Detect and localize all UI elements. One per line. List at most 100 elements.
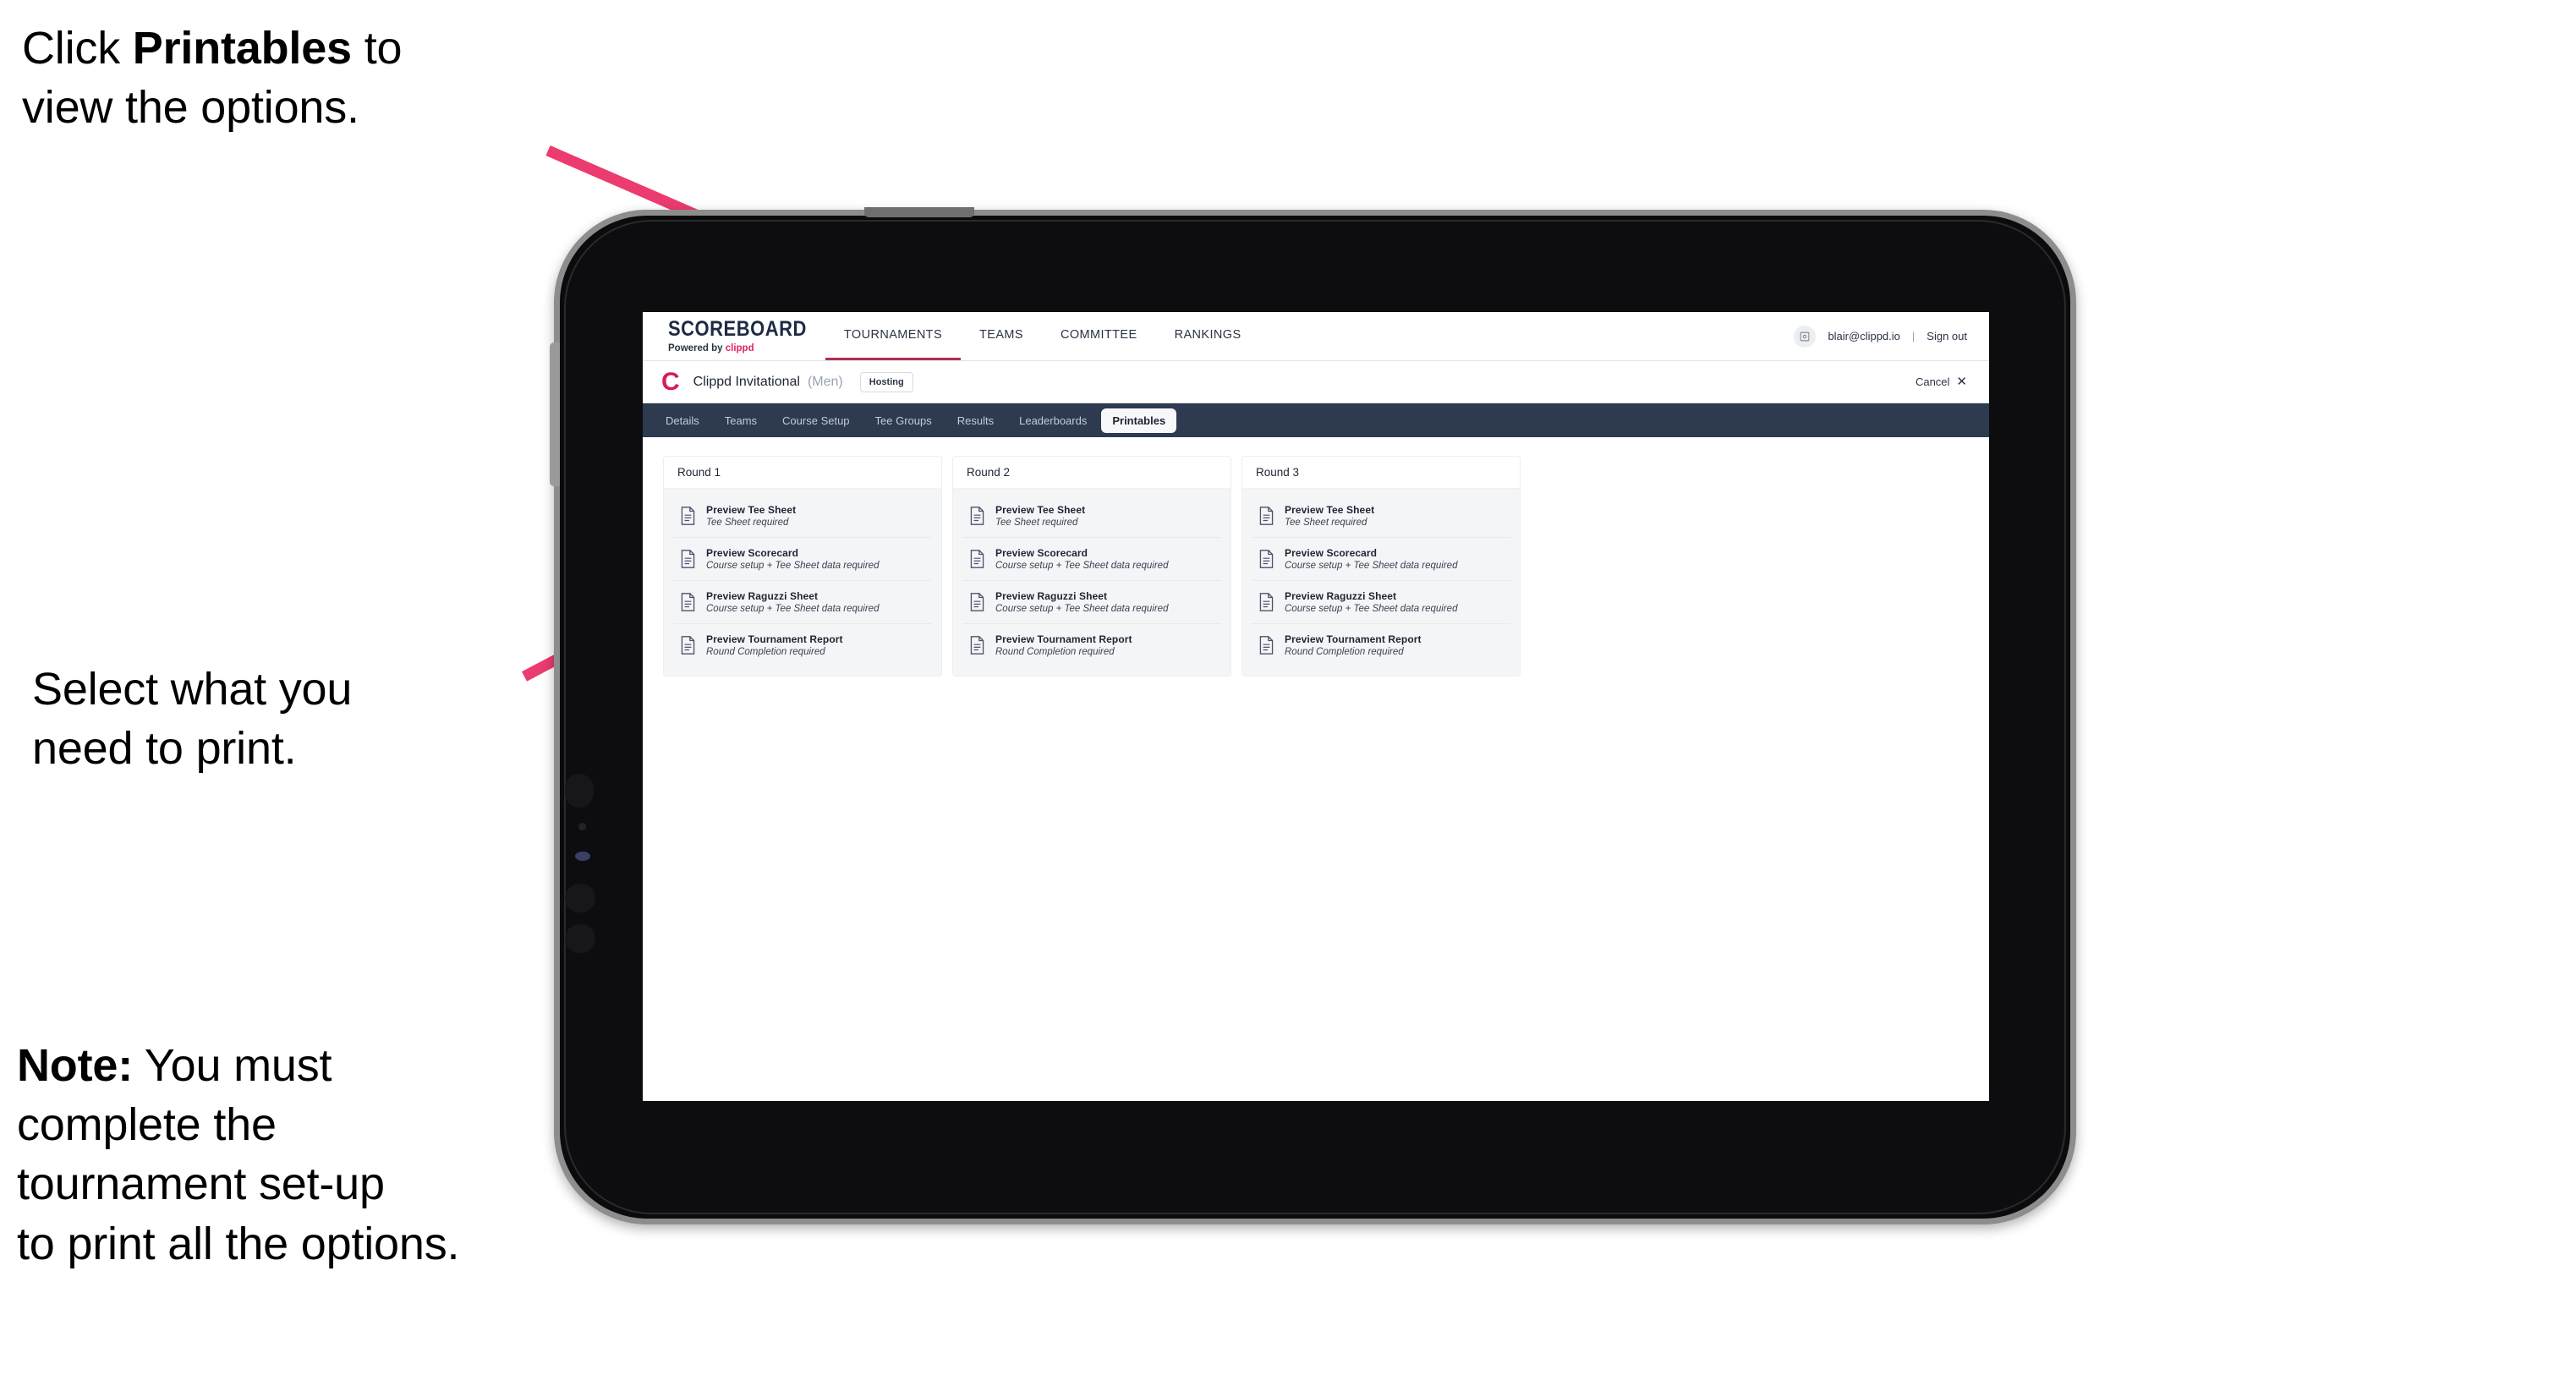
- close-icon: ✕: [1956, 375, 1967, 389]
- user-avatar-icon: [1800, 331, 1810, 341]
- printable-title: Preview Tournament Report: [1285, 633, 1422, 645]
- tab-results[interactable]: Results: [946, 408, 1005, 433]
- callout-select-what-to-print: Select what you need to print.: [32, 664, 353, 775]
- powered-by-text: Powered by: [668, 342, 726, 353]
- document-icon: [680, 550, 696, 568]
- document-icon: [969, 593, 985, 611]
- tournament-header: C Clippd Invitational (Men) Hosting Canc…: [643, 361, 1989, 403]
- rounds-grid: Round 1 Preview Tee Sheet Tee Sheet requ…: [663, 456, 1969, 677]
- brand-title: SCOREBOARD: [668, 315, 807, 340]
- document-icon: [680, 593, 696, 611]
- speaker-grille-middle: [565, 884, 595, 912]
- page-root: Click Printables to view the options. Se…: [0, 0, 2576, 1386]
- callout-click-printables: Click Printables to view the options.: [22, 19, 580, 137]
- printable-requirement: Tee Sheet required: [995, 518, 1078, 528]
- printable-title: Preview Tee Sheet: [995, 504, 1086, 516]
- document-icon: [969, 550, 985, 568]
- nav-item-teams[interactable]: TEAMS: [961, 312, 1042, 360]
- account-area: blair@clippd.io | Sign out: [1794, 312, 1989, 360]
- printable-title: Preview Raguzzi Sheet: [995, 590, 1108, 602]
- printable-scorecard[interactable]: Preview Scorecard Course setup + Tee She…: [1252, 538, 1510, 581]
- document-icon: [1258, 636, 1274, 655]
- printable-requirement: Course setup + Tee Sheet data required: [706, 604, 880, 614]
- printables-content: Round 1 Preview Tee Sheet Tee Sheet requ…: [643, 437, 1989, 1101]
- round-1-title: Round 1: [664, 457, 941, 489]
- document-icon: [680, 636, 696, 655]
- printable-tee-sheet[interactable]: Preview Tee Sheet Tee Sheet required: [962, 495, 1221, 538]
- speaker-grille-bottom: [565, 924, 595, 953]
- callout-1-bold: Printables: [132, 23, 352, 74]
- tab-leaderboards[interactable]: Leaderboards: [1008, 408, 1098, 433]
- round-3-title: Round 3: [1242, 457, 1520, 489]
- nav-item-tournaments[interactable]: TOURNAMENTS: [825, 312, 962, 360]
- speaker-grille-top: [565, 774, 594, 808]
- tournament-name: Clippd Invitational: [693, 374, 800, 389]
- cancel-label: Cancel: [1915, 375, 1950, 388]
- printable-tournament-report[interactable]: Preview Tournament Report Round Completi…: [673, 624, 932, 666]
- tab-course-setup[interactable]: Course Setup: [771, 408, 861, 433]
- printable-tournament-report[interactable]: Preview Tournament Report Round Completi…: [962, 624, 1221, 666]
- tournament-gender: (Men): [807, 374, 843, 389]
- nav-item-rankings[interactable]: RANKINGS: [1156, 312, 1260, 360]
- tab-teams[interactable]: Teams: [714, 408, 768, 433]
- brand-subtitle: Powered by clippd: [668, 343, 807, 353]
- status-badge: Hosting: [859, 371, 913, 392]
- round-2-items: Preview Tee Sheet Tee Sheet required Pre…: [953, 489, 1230, 676]
- printable-title: Preview Scorecard: [1285, 547, 1378, 559]
- printable-raguzzi-sheet[interactable]: Preview Raguzzi Sheet Course setup + Tee…: [962, 581, 1221, 624]
- document-icon: [1258, 550, 1274, 568]
- printable-title: Preview Tournament Report: [706, 633, 843, 645]
- printable-scorecard[interactable]: Preview Scorecard Course setup + Tee She…: [673, 538, 932, 581]
- round-1-items: Preview Tee Sheet Tee Sheet required Pre…: [664, 489, 941, 676]
- round-column-2: Round 2 Preview Tee Sheet Tee Sheet requ…: [952, 456, 1231, 677]
- tablet-device-frame: SCOREBOARD Powered by clippd TOURNAMENTS…: [550, 207, 2076, 1224]
- avatar[interactable]: [1794, 325, 1817, 348]
- printable-raguzzi-sheet[interactable]: Preview Raguzzi Sheet Course setup + Tee…: [1252, 581, 1510, 624]
- printable-title: Preview Raguzzi Sheet: [1285, 590, 1397, 602]
- printable-requirement: Course setup + Tee Sheet data required: [995, 604, 1169, 614]
- top-navigation-bar: SCOREBOARD Powered by clippd TOURNAMENTS…: [643, 312, 1989, 361]
- printable-scorecard[interactable]: Preview Scorecard Course setup + Tee She…: [962, 538, 1221, 581]
- printable-requirement: Round Completion required: [995, 647, 1115, 657]
- printable-requirement: Course setup + Tee Sheet data required: [1285, 604, 1458, 614]
- printable-requirement: Round Completion required: [706, 647, 825, 657]
- printable-title: Preview Raguzzi Sheet: [706, 590, 819, 602]
- scoreboard-logo[interactable]: SCOREBOARD Powered by clippd: [643, 312, 825, 360]
- document-icon: [1258, 593, 1274, 611]
- cancel-button[interactable]: Cancel ✕: [1916, 375, 1967, 388]
- document-icon: [969, 636, 985, 655]
- printable-tournament-report[interactable]: Preview Tournament Report Round Completi…: [1252, 624, 1510, 666]
- printable-title: Preview Scorecard: [995, 547, 1088, 559]
- microphone-dot: [578, 823, 586, 830]
- nav-item-committee[interactable]: COMMITTEE: [1042, 312, 1156, 360]
- printable-title: Preview Tee Sheet: [706, 504, 797, 516]
- printable-tee-sheet[interactable]: Preview Tee Sheet Tee Sheet required: [1252, 495, 1510, 538]
- clippd-c-logo-icon: C: [661, 367, 680, 396]
- printable-requirement: Tee Sheet required: [706, 518, 789, 528]
- account-divider: |: [1911, 330, 1916, 342]
- primary-nav: TOURNAMENTS TEAMS COMMITTEE RANKINGS: [825, 312, 1260, 360]
- printable-requirement: Course setup + Tee Sheet data required: [995, 561, 1169, 571]
- printable-requirement: Tee Sheet required: [1285, 518, 1367, 528]
- callout-3-bold: Note:: [17, 1040, 133, 1091]
- round-3-items: Preview Tee Sheet Tee Sheet required Pre…: [1242, 489, 1520, 676]
- printable-requirement: Course setup + Tee Sheet data required: [706, 561, 880, 571]
- tablet-screen: SCOREBOARD Powered by clippd TOURNAMENTS…: [643, 312, 1989, 1101]
- sign-out-link[interactable]: Sign out: [1927, 330, 1967, 342]
- user-email-label: blair@clippd.io: [1828, 330, 1900, 342]
- tab-details[interactable]: Details: [655, 408, 710, 433]
- document-icon: [969, 507, 985, 525]
- tab-printables[interactable]: Printables: [1101, 408, 1177, 433]
- document-icon: [1258, 507, 1274, 525]
- printable-raguzzi-sheet[interactable]: Preview Raguzzi Sheet Course setup + Tee…: [673, 581, 932, 624]
- section-tab-bar: Details Teams Course Setup Tee Groups Re…: [643, 403, 1989, 437]
- printable-tee-sheet[interactable]: Preview Tee Sheet Tee Sheet required: [673, 495, 932, 538]
- document-icon: [680, 507, 696, 525]
- callout-1-prefix: Click: [22, 23, 133, 74]
- round-2-title: Round 2: [953, 457, 1230, 489]
- power-button[interactable]: [864, 207, 974, 217]
- status-led: [575, 852, 590, 861]
- volume-button[interactable]: [550, 342, 560, 486]
- round-column-1: Round 1 Preview Tee Sheet Tee Sheet requ…: [663, 456, 942, 677]
- tab-tee-groups[interactable]: Tee Groups: [864, 408, 943, 433]
